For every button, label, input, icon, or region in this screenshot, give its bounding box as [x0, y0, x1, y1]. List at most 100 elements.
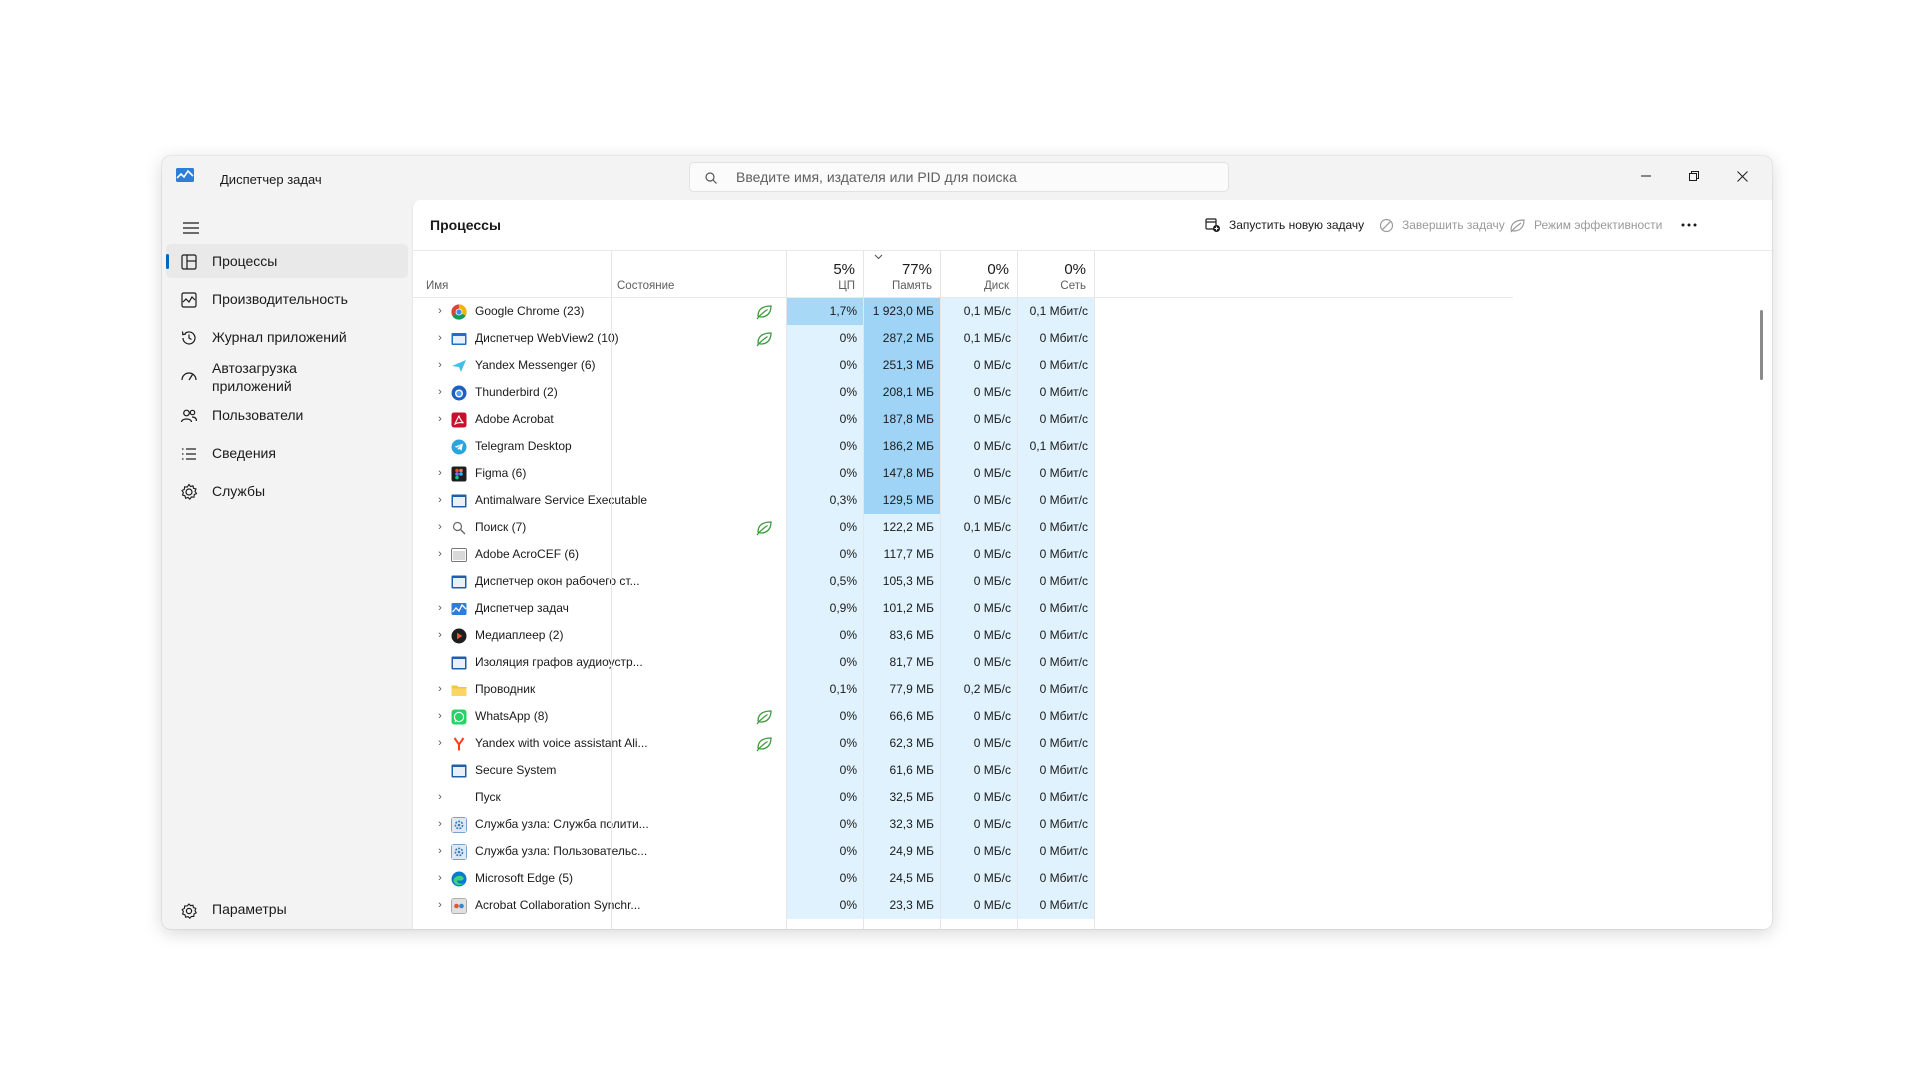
- more-options-button[interactable]: [1677, 210, 1709, 240]
- process-row[interactable]: Secure System 0% 61,6 МБ 0 МБ/с 0 Мбит/с: [413, 757, 1513, 784]
- disk-value: 0 МБ/с: [941, 730, 1018, 757]
- column-header-network[interactable]: 0% Сеть: [1018, 251, 1095, 297]
- restore-button[interactable]: [1670, 156, 1718, 196]
- disk-value: 0 МБ/с: [941, 352, 1018, 379]
- sidebar-item-startup-apps[interactable]: Автозагрузка приложений: [166, 357, 408, 397]
- process-row[interactable]: › Adobe Acrobat 0% 187,8 МБ 0 МБ/с 0 Мбит/с: [413, 406, 1513, 433]
- efficiency-mode-button[interactable]: Режим эффективности: [1509, 210, 1662, 240]
- column-label: Сеть: [1060, 280, 1086, 292]
- sidebar-item-services[interactable]: Службы: [166, 474, 408, 508]
- expand-chevron-icon[interactable]: ›: [433, 325, 447, 352]
- expand-chevron-icon[interactable]: ›: [433, 298, 447, 325]
- column-divider: [863, 251, 864, 929]
- process-name: Пуск: [475, 790, 501, 804]
- network-value: 0 Мбит/с: [1018, 352, 1095, 379]
- column-header-name[interactable]: Имя: [413, 251, 613, 297]
- expand-chevron-icon[interactable]: ›: [433, 514, 447, 541]
- process-row[interactable]: › Пуск 0% 32,5 МБ 0 МБ/с 0 Мбит/с: [413, 784, 1513, 811]
- sort-descending-icon: [874, 254, 883, 260]
- search-app-icon: [451, 520, 467, 536]
- sidebar-item-settings[interactable]: Параметры: [166, 893, 408, 925]
- disk-value: 0 МБ/с: [941, 757, 1018, 784]
- menu-toggle-button[interactable]: [174, 214, 208, 242]
- process-name: Adobe AcroCEF (6): [475, 547, 580, 561]
- expand-chevron-icon[interactable]: ›: [433, 595, 447, 622]
- expand-chevron-icon[interactable]: ›: [433, 838, 447, 865]
- process-row[interactable]: Изоляция графов аудиоустр... 0% 81,7 МБ 0 М…: [413, 649, 1513, 676]
- process-row[interactable]: › Диспетчер задач 0,9% 101,2 МБ 0 МБ/с 0 Мбит…: [413, 595, 1513, 622]
- process-row[interactable]: › Acrobat Collaboration Synchr... 0% 23,3 М…: [413, 892, 1513, 919]
- disk-value: 0 МБ/с: [941, 379, 1018, 406]
- process-row[interactable]: › Медиаплеер (2) 0% 83,6 МБ 0 МБ/с 0 Мбит/с: [413, 622, 1513, 649]
- process-name: Диспетчер WebView2 (10): [475, 331, 619, 345]
- efficiency-mode-icon: [755, 708, 773, 725]
- expand-chevron-icon[interactable]: ›: [433, 406, 447, 433]
- expand-chevron-icon[interactable]: ›: [433, 703, 447, 730]
- minimize-button[interactable]: [1622, 156, 1670, 196]
- process-row[interactable]: › Поиск (7) 0% 122,2 МБ 0,1 МБ/с 0 Мбит/с: [413, 514, 1513, 541]
- disk-value: 0,1 МБ/с: [941, 514, 1018, 541]
- process-row[interactable]: Диспетчер окон рабочего ст... 0,5% 105,3 М…: [413, 568, 1513, 595]
- sidebar-item-app-history[interactable]: Журнал приложений: [166, 320, 408, 354]
- sidebar-item-processes[interactable]: Процессы: [166, 244, 408, 278]
- expand-chevron-icon[interactable]: ›: [433, 460, 447, 487]
- column-header-disk[interactable]: 0% Диск: [941, 251, 1018, 297]
- process-row[interactable]: › Служба узла: Служба полити... 0% 32,3 МБ 0…: [413, 811, 1513, 838]
- network-value: 0 Мбит/с: [1018, 460, 1095, 487]
- column-header-cpu[interactable]: 5% ЦП: [787, 251, 864, 297]
- network-value: 0 Мбит/с: [1018, 676, 1095, 703]
- process-row[interactable]: › Проводник 0,1% 77,9 МБ 0,2 МБ/с 0 Мбит/с: [413, 676, 1513, 703]
- memory-value: 62,3 МБ: [864, 730, 941, 757]
- settings-label: Параметры: [212, 901, 287, 917]
- expand-chevron-icon[interactable]: ›: [433, 811, 447, 838]
- cpu-value: 0,1%: [787, 676, 864, 703]
- column-header-status[interactable]: Состояние: [613, 251, 787, 297]
- process-row[interactable]: › Antimalware Service Executable 0,3% 129,5…: [413, 487, 1513, 514]
- process-row[interactable]: › WhatsApp (8) 0% 66,6 МБ 0 МБ/с 0 Мбит/с: [413, 703, 1513, 730]
- search-input[interactable]: [736, 167, 1206, 187]
- expand-chevron-icon[interactable]: ›: [433, 487, 447, 514]
- vertical-scrollbar[interactable]: [1760, 310, 1763, 380]
- close-button[interactable]: [1718, 156, 1766, 196]
- process-row[interactable]: › Adobe AcroCEF (6) 0% 117,7 МБ 0 МБ/с 0 Мбит…: [413, 541, 1513, 568]
- process-row[interactable]: › Служба узла: Пользовательс... 0% 24,9 МБ 0…: [413, 838, 1513, 865]
- sidebar-item-label: Производительность: [212, 291, 348, 307]
- memory-value: 122,2 МБ: [864, 514, 941, 541]
- process-row[interactable]: › Yandex with voice assistant Ali... 0% 62,…: [413, 730, 1513, 757]
- sidebar-item-performance[interactable]: Производительность: [166, 282, 408, 316]
- process-row[interactable]: › Google Chrome (23) 1,7% 1 923,0 МБ 0,1 МБ/…: [413, 298, 1513, 325]
- blank-icon: [451, 790, 467, 806]
- sidebar-item-details[interactable]: Сведения: [166, 436, 408, 470]
- expand-chevron-icon[interactable]: ›: [433, 352, 447, 379]
- gear-icon: [181, 903, 197, 919]
- sidebar-item-users[interactable]: Пользователи: [166, 398, 408, 432]
- disk-value: 0 МБ/с: [941, 811, 1018, 838]
- column-header-memory[interactable]: 77% Память: [864, 251, 941, 297]
- process-name: Медиаплеер (2): [475, 628, 564, 642]
- memory-value: 61,6 МБ: [864, 757, 941, 784]
- expand-chevron-icon[interactable]: ›: [433, 379, 447, 406]
- process-row[interactable]: › Figma (6) 0% 147,8 МБ 0 МБ/с 0 Мбит/с: [413, 460, 1513, 487]
- expand-chevron-icon[interactable]: ›: [433, 541, 447, 568]
- search-box[interactable]: [689, 162, 1229, 192]
- expand-chevron-icon[interactable]: ›: [433, 865, 447, 892]
- process-row[interactable]: › Диспетчер WebView2 (10) 0% 287,2 МБ 0,1 МБ…: [413, 325, 1513, 352]
- run-new-task-button[interactable]: Запустить новую задачу: [1205, 210, 1364, 240]
- process-row[interactable]: Telegram Desktop 0% 186,2 МБ 0 МБ/с 0,1 Мбит…: [413, 433, 1513, 460]
- process-row[interactable]: › Microsoft Edge (5) 0% 24,5 МБ 0 МБ/с 0 Мбит…: [413, 865, 1513, 892]
- process-list: › Google Chrome (23) 1,7% 1 923,0 МБ 0,1 МБ/…: [413, 298, 1513, 919]
- end-task-button[interactable]: Завершить задачу: [1379, 210, 1505, 240]
- disk-value: 0 МБ/с: [941, 784, 1018, 811]
- expand-chevron-icon[interactable]: ›: [433, 784, 447, 811]
- process-row[interactable]: › Thunderbird (2) 0% 208,1 МБ 0 МБ/с 0 Мбит/с: [413, 379, 1513, 406]
- service-window-icon: [451, 655, 467, 671]
- process-row[interactable]: › Yandex Messenger (6) 0% 251,3 МБ 0 МБ/с 0 М…: [413, 352, 1513, 379]
- expand-chevron-icon[interactable]: ›: [433, 730, 447, 757]
- task-manager-window: Диспетчер задач Введите имя, издателя ил…: [162, 156, 1772, 929]
- disk-value: 0 МБ/с: [941, 460, 1018, 487]
- expand-chevron-icon[interactable]: ›: [433, 622, 447, 649]
- expand-chevron-icon[interactable]: ›: [433, 892, 447, 919]
- expand-chevron-icon[interactable]: ›: [433, 676, 447, 703]
- media-player-icon: [451, 628, 467, 644]
- cpu-value: 0%: [787, 406, 864, 433]
